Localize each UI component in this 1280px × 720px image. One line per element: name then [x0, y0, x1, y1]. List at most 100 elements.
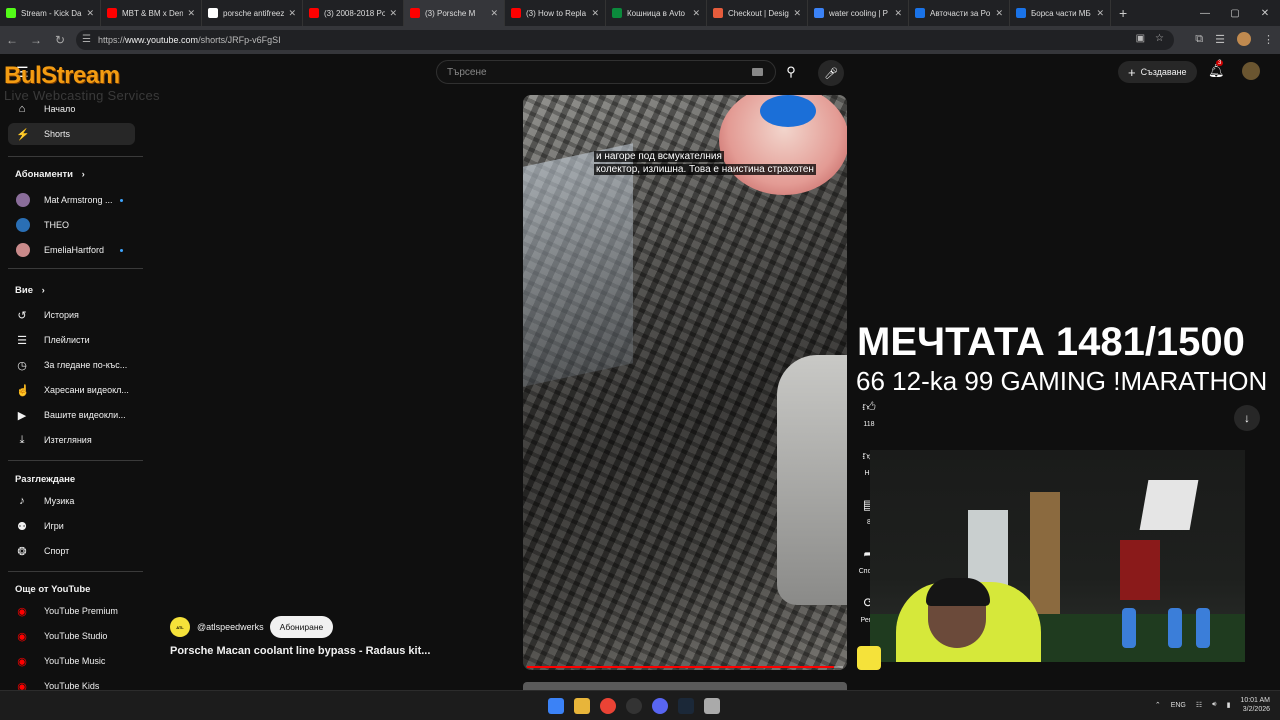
next-short-preview[interactable] — [523, 682, 847, 690]
start-menu-icon[interactable] — [548, 698, 564, 714]
tab-close-icon[interactable]: ✕ — [793, 8, 801, 19]
sidebar-item[interactable]: ☝ Харесани видеокл... — [8, 379, 135, 401]
volume-icon[interactable]: 🔊︎ — [1212, 701, 1216, 709]
browser-tab[interactable]: water cooling | P ✕ — [808, 0, 909, 26]
keyboard-icon[interactable] — [752, 68, 763, 76]
profile-avatar[interactable] — [1237, 32, 1251, 46]
channel-badge-icon[interactable] — [857, 646, 881, 670]
sidebar-divider — [8, 460, 143, 461]
sidebar-item[interactable]: THEO — [8, 214, 135, 236]
browser-tab[interactable]: Авточасти за Po ✕ — [909, 0, 1010, 26]
sidebar-item[interactable]: ⚡ Shorts — [8, 123, 135, 145]
plus-icon: + — [1128, 64, 1136, 80]
notepad-icon[interactable] — [704, 698, 720, 714]
obs-icon[interactable] — [626, 698, 642, 714]
steam-icon[interactable] — [678, 698, 694, 714]
create-button[interactable]: + Създаване — [1118, 61, 1197, 83]
sidebar-item[interactable]: ⤓ Изтегляния — [8, 429, 135, 451]
tab-close-icon[interactable]: ✕ — [288, 8, 296, 19]
clock[interactable]: 10:01 AM 3/2/2026 — [1240, 696, 1270, 714]
sidebar-item[interactable]: ◉ YouTube Kids — [8, 675, 135, 691]
tab-close-icon[interactable]: ✕ — [591, 8, 599, 19]
tab-close-icon[interactable]: ✕ — [187, 8, 195, 19]
browser-tab[interactable]: (3) 2008-2018 Po ✕ — [303, 0, 404, 26]
tab-close-icon[interactable]: ✕ — [995, 8, 1003, 19]
tray-chevron-icon[interactable]: ⌃ — [1155, 701, 1161, 709]
chrome-icon[interactable] — [600, 698, 616, 714]
browser-menu-icon[interactable]: ⋮ — [1263, 33, 1274, 46]
new-tab-icon[interactable]: + — [1111, 5, 1135, 21]
sidebar-item[interactable]: ◷ За гледане по-къс... — [8, 354, 135, 376]
media-control-icon[interactable]: ☰ — [1215, 33, 1225, 46]
language-indicator[interactable]: ENG — [1171, 702, 1186, 709]
window-controls: — ▢ ✕ — [1190, 0, 1280, 26]
sidebar-item[interactable]: ◉ YouTube Studio — [8, 625, 135, 647]
sidebar-item[interactable]: ⚉ Игри — [8, 515, 135, 537]
browser-tab[interactable]: Борса части МБ ✕ — [1010, 0, 1111, 26]
channel-avatar[interactable]: ATL — [170, 617, 190, 637]
close-window-icon[interactable]: ✕ — [1250, 0, 1280, 26]
forward-icon[interactable]: → — [24, 26, 48, 54]
site-info-icon[interactable]: ☰ — [82, 34, 91, 45]
like-button[interactable]: 👍︎ 118 — [850, 399, 888, 428]
sidebar-item[interactable]: ▶ Вашите видеокли... — [8, 404, 135, 426]
tab-close-icon[interactable]: ✕ — [1096, 8, 1104, 19]
channel-handle[interactable]: @atlspeedwerks — [197, 622, 264, 632]
browser-tab[interactable]: Stream - Kick Da ✕ — [0, 0, 101, 26]
next-video-arrow-icon[interactable]: ↓ — [1234, 405, 1260, 431]
liked-icon: ☝ — [16, 384, 30, 397]
address-bar[interactable]: ☰ https://www.youtube.com/shorts/JRFp-v6… — [76, 30, 1174, 50]
notifications-icon[interactable]: 🔔︎ 3 — [1208, 60, 1225, 79]
sidebar-item[interactable]: ◉ YouTube Music — [8, 650, 135, 672]
tab-close-icon[interactable]: ✕ — [86, 8, 94, 19]
discord-icon[interactable] — [652, 698, 668, 714]
maximize-icon[interactable]: ▢ — [1220, 0, 1250, 26]
minimize-icon[interactable]: — — [1190, 0, 1220, 26]
tab-close-icon[interactable]: ✕ — [692, 8, 700, 19]
sidebar-item[interactable]: ⌂ Начало — [8, 98, 135, 120]
account-avatar[interactable] — [1242, 62, 1260, 80]
search-icon[interactable]: ⚲ — [776, 60, 806, 84]
video-title[interactable]: Porsche Macan coolant line bypass - Rada… — [170, 645, 430, 657]
sidebar-item[interactable]: Mat Armstrong ... — [8, 189, 135, 211]
battery-icon[interactable]: ▮ — [1227, 701, 1231, 709]
microphone-icon[interactable]: 🎤︎ — [818, 60, 844, 86]
tab-close-icon[interactable]: ✕ — [490, 8, 498, 19]
sidebar-item[interactable]: ❂ Спорт — [8, 540, 135, 562]
tab-title: Stream - Kick Da — [21, 8, 82, 18]
trophy-icon: ❂ — [17, 545, 27, 558]
video-progress-bar[interactable] — [527, 666, 843, 668]
search-input[interactable]: Търсене — [436, 60, 776, 84]
sidebar-item[interactable]: ◉ YouTube Premium — [8, 600, 135, 622]
browser-tab[interactable]: Checkout | Desig ✕ — [707, 0, 808, 26]
sidebar-item[interactable]: EmeliaHartford — [8, 239, 135, 261]
chevron-right-icon: › — [41, 285, 45, 296]
bookmark-star-icon[interactable]: ☆ — [1155, 33, 1164, 44]
sidebar-item[interactable]: ↺ История — [8, 304, 135, 326]
reload-icon[interactable]: ↻ — [48, 26, 72, 54]
tab-favicon-icon — [814, 8, 824, 18]
sidebar-item-label: Shorts — [44, 129, 71, 139]
browser-tab[interactable]: MBT & BM x Den ✕ — [101, 0, 202, 26]
tab-close-icon[interactable]: ✕ — [389, 8, 397, 19]
webcam-window — [968, 510, 1008, 590]
sidebar-item[interactable]: ♪ Музика — [8, 490, 135, 512]
browser-tab[interactable]: (3) How to Repla ✕ — [505, 0, 606, 26]
shorts-video-player[interactable]: и нагоре под всмукателния колектор, изли… — [523, 95, 847, 670]
home-icon: ⌂ — [18, 103, 26, 115]
browser-tab[interactable]: Кошница в Avto ✕ — [606, 0, 707, 26]
network-icon[interactable]: ☷ — [1196, 701, 1202, 709]
tab-close-icon[interactable]: ✕ — [894, 8, 902, 19]
install-app-icon[interactable]: ▣ — [1136, 33, 1145, 44]
tab-title: (3) 2008-2018 Po — [324, 8, 386, 18]
system-tray: ⌃ ENG ☷ 🔊︎ ▮ 10:01 AM 3/2/2026 — [1155, 696, 1270, 714]
subscribe-button[interactable]: Абониране — [269, 616, 334, 638]
browser-tab[interactable]: porsche antifreez ✕ — [202, 0, 303, 26]
sidebar-item[interactable]: ☰ Плейлисти — [8, 329, 135, 351]
extensions-icon[interactable]: ⧉ — [1195, 33, 1203, 46]
sidebar-section-header[interactable]: Вие › — [15, 285, 45, 296]
browser-tab[interactable]: (3) Porsche M ✕ — [404, 0, 505, 26]
back-icon[interactable]: ← — [0, 26, 24, 54]
file-explorer-icon[interactable] — [574, 698, 590, 714]
sidebar-section-header[interactable]: Абонаменти › — [15, 169, 85, 180]
